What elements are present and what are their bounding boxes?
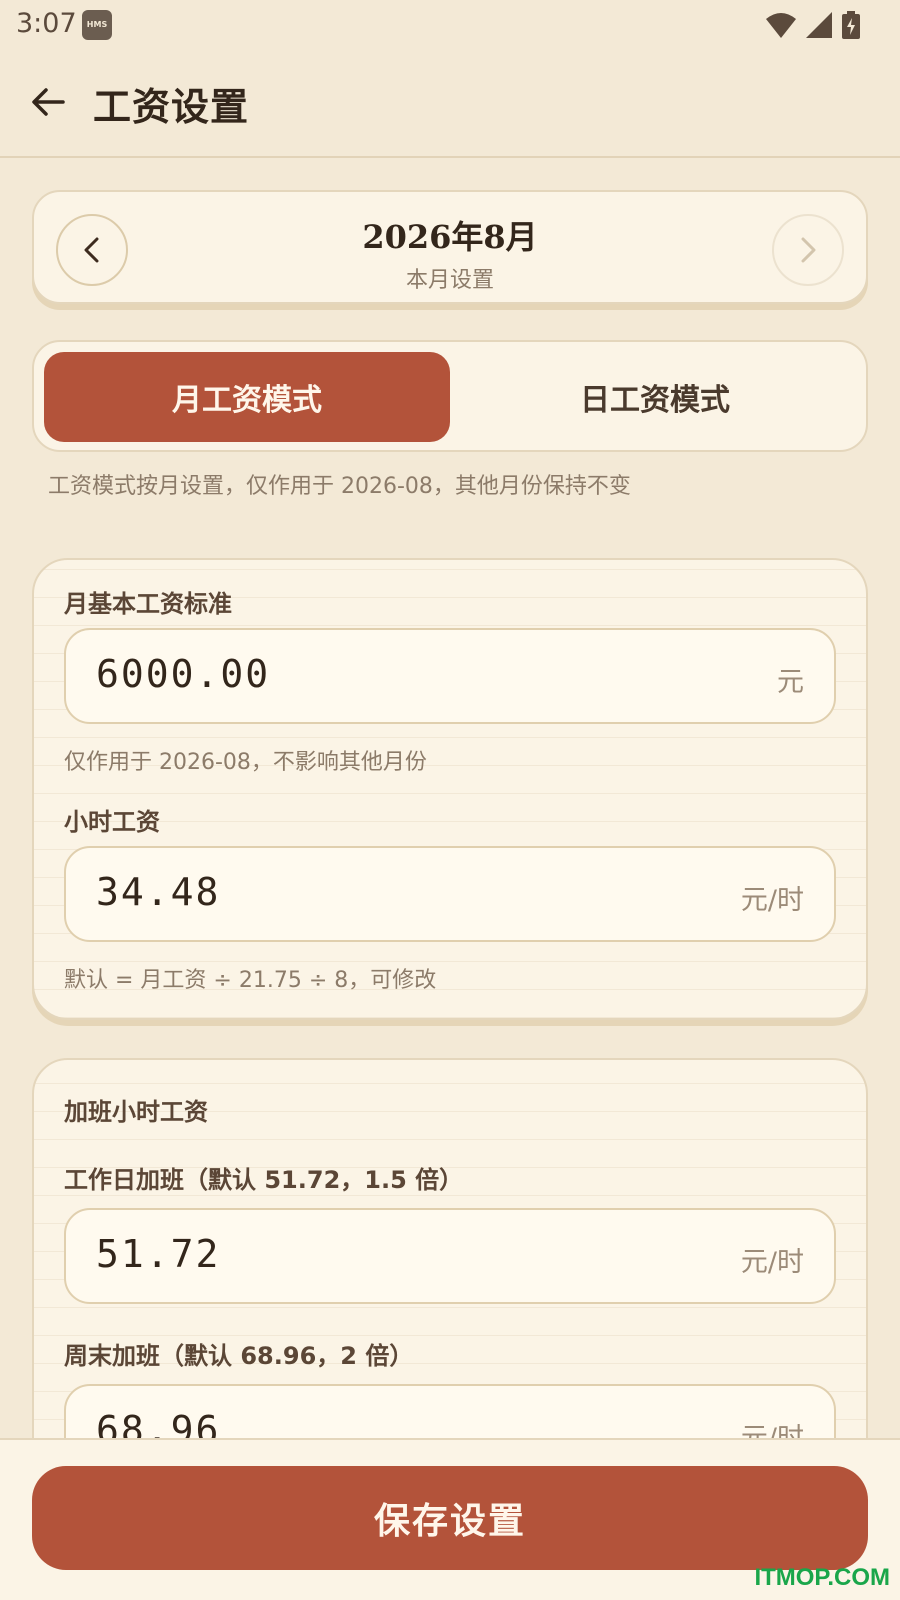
overtime-card: 加班小时工资 工作日加班（默认 51.72，1.5 倍） 51.72 元/时 周… (32, 1058, 868, 1480)
page-title: 工资设置 (93, 85, 250, 129)
salary-card: 月基本工资标准 6000.00 元 仅作用于 2026-08，不影响其他月份 小… (32, 558, 868, 1020)
watermark: ITMOP.COM (754, 1564, 890, 1591)
daily-mode-tab[interactable]: 日工资模式 (452, 352, 858, 442)
base-salary-hint: 仅作用于 2026-08，不影响其他月份 (64, 750, 427, 775)
chevron-right-icon (801, 237, 816, 263)
base-salary-value: 6000.00 (96, 652, 271, 696)
arrow-left-icon (32, 88, 65, 116)
app-header: 工资设置 (0, 50, 900, 158)
hourly-wage-label: 小时工资 (64, 808, 160, 836)
weekday-overtime-input[interactable]: 51.72 元/时 (64, 1208, 836, 1304)
bottom-action-bar: 保存设置 ITMOP.COM (0, 1438, 900, 1600)
month-subtitle: 本月设置 (405, 268, 494, 293)
weekday-overtime-unit: 元/时 (740, 1247, 804, 1278)
overtime-section-title: 加班小时工资 (64, 1098, 208, 1126)
month-title: 2026年8月 (362, 218, 538, 256)
base-salary-input[interactable]: 6000.00 元 (64, 628, 836, 724)
weekday-overtime-value: 51.72 (96, 1232, 221, 1276)
status-icons (766, 10, 860, 40)
status-bar: 3:07 HMS (0, 0, 900, 50)
salary-mode-toggle: 月工资模式 日工资模式 (32, 340, 868, 452)
save-button[interactable]: 保存设置 (32, 1466, 868, 1570)
weekend-overtime-label: 周末加班（默认 68.96，2 倍） (64, 1342, 414, 1370)
hourly-wage-unit: 元/时 (740, 885, 804, 916)
hourly-wage-value: 34.48 (96, 870, 221, 914)
mode-hint: 工资模式按月设置，仅作用于 2026-08，其他月份保持不变 (48, 474, 631, 499)
hourly-wage-hint: 默认 = 月工资 ÷ 21.75 ÷ 8，可修改 (64, 968, 437, 993)
hms-icon: HMS (82, 10, 112, 40)
weekday-overtime-label: 工作日加班（默认 51.72，1.5 倍） (64, 1166, 464, 1194)
hourly-wage-input[interactable]: 34.48 元/时 (64, 846, 836, 942)
monthly-mode-tab[interactable]: 月工资模式 (44, 352, 450, 442)
signal-icon (806, 12, 832, 38)
back-button[interactable] (26, 80, 70, 124)
battery-icon (842, 11, 860, 39)
wifi-icon (766, 13, 796, 38)
status-time: 3:07 (16, 8, 77, 39)
base-salary-unit: 元 (777, 667, 804, 698)
next-month-button[interactable] (772, 214, 844, 286)
month-selector: 2026年8月 本月设置 (32, 190, 868, 304)
base-salary-label: 月基本工资标准 (64, 590, 232, 618)
